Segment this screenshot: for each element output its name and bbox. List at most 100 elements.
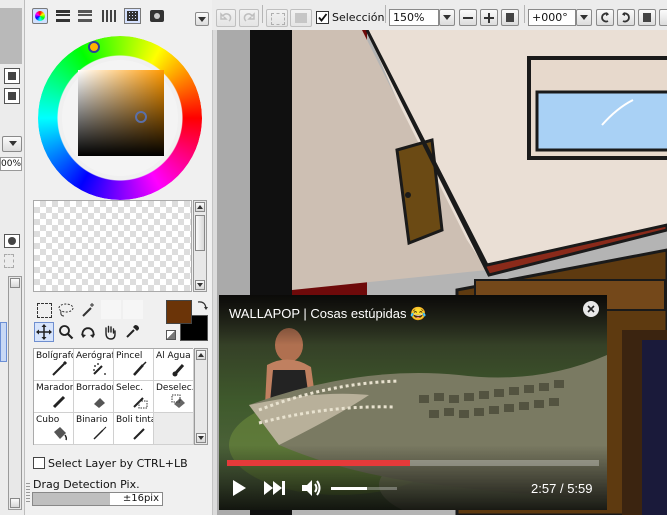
invert-selection-button[interactable]: [290, 9, 312, 27]
brush-label: Binario: [76, 415, 108, 425]
selection-checkbox[interactable]: [316, 11, 329, 24]
rotate-left-button[interactable]: [596, 9, 614, 26]
zoom-reset-button[interactable]: [501, 9, 519, 26]
brush-slot-3[interactable]: Al Agua: [154, 349, 194, 381]
time-separator: /: [559, 481, 564, 496]
zoom-out-button[interactable]: [459, 9, 477, 26]
saturation-value-square[interactable]: [78, 70, 164, 156]
drag-detection-value: ±16pix: [122, 493, 159, 504]
layer-lock-toggle[interactable]: [4, 234, 20, 248]
select-pen-icon: [133, 397, 148, 409]
brush-slot-8[interactable]: Cubo: [34, 413, 74, 445]
scratchpad-area[interactable]: [33, 200, 192, 292]
zoom-field[interactable]: 150%: [389, 9, 439, 26]
rotate-right-button[interactable]: [617, 9, 635, 26]
brush-label: Bolígrafo: [36, 351, 74, 361]
magic-wand-tool[interactable]: [78, 300, 98, 320]
rotate-tool[interactable]: [78, 322, 98, 342]
volume-icon: [302, 480, 321, 496]
brush-label: Marador: [36, 383, 74, 393]
brush-slot-11[interactable]: [154, 413, 194, 445]
brush-slot-5[interactable]: Borrador: [74, 381, 114, 413]
rgb-slider-tab-icon[interactable]: [56, 10, 70, 22]
swap-colors-icon[interactable]: [196, 299, 208, 311]
layer-toggle-1[interactable]: [4, 68, 20, 84]
volume-slider[interactable]: [331, 487, 397, 490]
rotate-icon: [81, 327, 95, 338]
blend-mode-dropdown[interactable]: [2, 136, 22, 152]
rotation-dropdown-button[interactable]: [576, 9, 592, 26]
flip-button[interactable]: [659, 9, 667, 26]
eraser-icon: [94, 398, 105, 408]
zoom-tool[interactable]: [56, 322, 76, 342]
video-progress-track[interactable]: [227, 460, 599, 466]
select-layer-checkbox[interactable]: [33, 457, 45, 469]
swatches-tab-icon[interactable]: [124, 8, 141, 24]
layer-list-icon: [4, 254, 14, 268]
brush-slot-7[interactable]: Deselec.: [154, 381, 194, 413]
video-close-button[interactable]: [583, 301, 599, 317]
checkmark-icon: [318, 13, 328, 22]
hsv-slider-tab-icon[interactable]: [78, 10, 92, 22]
video-title[interactable]: WALLAPOP | Cosas estúpidas 😂: [229, 306, 426, 322]
color-panel-tabs: [30, 6, 210, 28]
brush-slot-6[interactable]: Selec.: [114, 381, 154, 413]
airbrush-icon: [93, 363, 106, 375]
duration: 5:59: [567, 481, 593, 496]
volume-slider-fill: [331, 487, 368, 490]
brush-icon: [133, 361, 147, 376]
hand-tool[interactable]: [100, 322, 120, 342]
pen-icon: [52, 361, 68, 376]
rect-select-icon: [36, 302, 52, 318]
zoom-in-button[interactable]: [480, 9, 498, 26]
drag-detection-slider[interactable]: ±16pix: [32, 492, 163, 506]
layer-toggle-2[interactable]: [4, 88, 20, 104]
brush-label: Al Agua: [156, 351, 191, 361]
brush-slot-4[interactable]: Marador: [34, 381, 74, 413]
brush-label: Deselec.: [156, 383, 194, 393]
empty-tool-slot: [101, 300, 121, 319]
video-popup-player[interactable]: WALLAPOP | Cosas estúpidas 😂 2:57 / 5:59: [219, 295, 607, 510]
brush-slot-0[interactable]: Bolígrafo: [34, 349, 74, 381]
brush-slot-10[interactable]: Boli tinta: [114, 413, 154, 445]
layer-list-scrollbar[interactable]: [8, 276, 22, 510]
lasso-tool[interactable]: [56, 300, 76, 320]
brush-slot-1[interactable]: Aerógrafo: [74, 349, 114, 381]
ink-pen-icon: [133, 428, 145, 440]
brush-slot-9[interactable]: Binario: [74, 413, 114, 445]
deselect-button[interactable]: [266, 9, 288, 27]
panel-menu-dropdown[interactable]: [195, 12, 209, 26]
brush-slot-2[interactable]: Pincel: [114, 349, 154, 381]
brush-label: Pincel: [116, 351, 143, 361]
scratchpad-tab-icon[interactable]: [150, 10, 164, 22]
left-panel-strip: 00%: [0, 0, 25, 515]
rect-select-tool[interactable]: [34, 300, 54, 320]
brush-grid-scrollbar[interactable]: [194, 348, 208, 445]
play-icon: [233, 480, 246, 496]
primary-color-swatch[interactable]: [166, 300, 192, 324]
eyedropper-tool[interactable]: [122, 322, 142, 342]
zoom-dropdown-button[interactable]: [439, 9, 455, 26]
rotation-reset-button[interactable]: [638, 9, 656, 26]
brush-label: Aerógrafo: [76, 351, 113, 361]
next-button[interactable]: [263, 480, 287, 496]
sv-picker-marker[interactable]: [135, 111, 147, 123]
scratchpad-scrollbar[interactable]: [193, 200, 207, 292]
undo-button[interactable]: [216, 9, 236, 27]
move-tool[interactable]: [34, 322, 54, 342]
layer-selected-row[interactable]: [0, 322, 7, 362]
hue-picker-marker[interactable]: [88, 41, 100, 53]
panel-resize-handle[interactable]: [26, 482, 30, 502]
brush-label: Borrador: [76, 383, 114, 393]
rotation-field[interactable]: +000°: [528, 9, 576, 26]
color-wheel-tab-icon[interactable]: [32, 8, 48, 24]
play-button[interactable]: [231, 479, 247, 497]
bucket-icon: [54, 427, 68, 441]
transparent-color-icon[interactable]: [166, 330, 176, 340]
redo-button[interactable]: [239, 9, 259, 27]
toolbar-separator: [385, 5, 386, 23]
selection-label: Selección: [332, 11, 385, 24]
volume-button[interactable]: [301, 479, 323, 497]
color-set-tab-icon[interactable]: [102, 10, 118, 22]
toolbar-separator: [524, 5, 525, 23]
